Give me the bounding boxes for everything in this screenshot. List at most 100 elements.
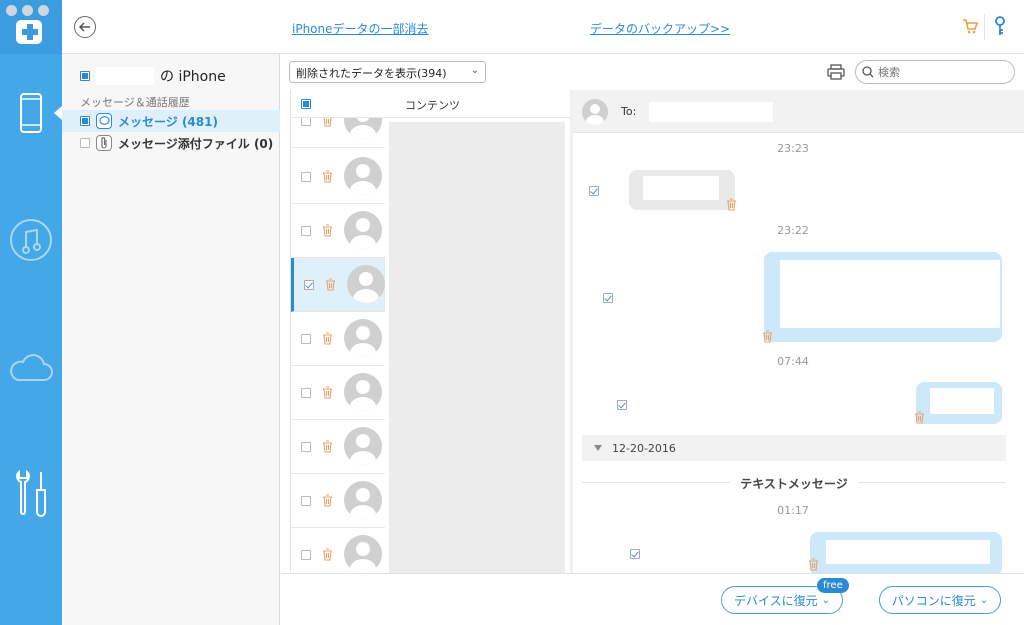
contact-avatar <box>344 157 382 195</box>
key-icon[interactable] <box>994 16 1006 36</box>
cloud-icon <box>10 354 53 381</box>
row-checkbox[interactable] <box>301 226 311 236</box>
close-window-button[interactable] <box>6 5 17 16</box>
trash-icon[interactable] <box>325 278 336 291</box>
list-item[interactable] <box>291 204 385 258</box>
list-item-selected[interactable] <box>291 258 385 312</box>
row-checkbox[interactable] <box>304 280 314 290</box>
free-badge: free <box>817 578 849 593</box>
trash-icon[interactable] <box>322 440 333 453</box>
message-bubble-sent[interactable] <box>916 382 1002 424</box>
message-redacted <box>643 176 719 200</box>
chevron-down-icon: ⌄ <box>470 65 479 76</box>
rail-item-cloud[interactable] <box>0 332 62 402</box>
restore-to-pc-button[interactable]: パソコンに復元 ⌄ <box>879 586 1001 614</box>
list-item[interactable] <box>291 366 385 420</box>
minimize-window-button[interactable] <box>22 5 33 16</box>
rail-item-device[interactable] <box>0 78 62 148</box>
row-checkbox[interactable] <box>301 442 311 452</box>
trash-icon[interactable] <box>322 332 333 345</box>
contact-avatar <box>344 211 382 249</box>
row-checkbox[interactable] <box>301 172 311 182</box>
zoom-window-button[interactable] <box>38 5 49 16</box>
row-checkbox[interactable] <box>301 496 311 506</box>
phone-icon <box>20 93 42 133</box>
chevron-down-icon: ⌄ <box>979 594 989 606</box>
sidebar: の iPhone メッセージ＆通話履歴 メッセージ (481) メッセージ添付フ… <box>62 54 280 625</box>
music-note-icon <box>10 219 52 261</box>
list-item[interactable] <box>291 474 385 528</box>
restore-device-label: デバイスに復元 <box>733 593 818 608</box>
conversation-pane: To: 23:23 23:22 07:44 12-20-2016 テキストメッセ… <box>573 90 1024 573</box>
rail-item-music[interactable] <box>0 205 62 275</box>
row-checkbox[interactable] <box>301 550 311 560</box>
recipient-redacted <box>649 102 773 122</box>
contact-avatar <box>344 319 382 357</box>
message-list: コンテンツ <box>290 90 570 573</box>
arrow-left-icon <box>79 22 90 32</box>
header-bar: iPhoneデータの一部消去 データのバックアップ>> <box>62 0 1024 54</box>
message-time: 23:22 <box>777 224 809 237</box>
app-logo-icon <box>16 20 42 44</box>
row-checkbox[interactable] <box>301 388 311 398</box>
message-bubble-sent[interactable] <box>764 252 1002 342</box>
message-checkbox[interactable] <box>616 400 627 410</box>
chevron-down-icon: ⌄ <box>821 594 831 606</box>
to-label: To: <box>621 105 637 118</box>
trash-icon[interactable] <box>322 494 333 507</box>
message-time: 23:23 <box>777 142 809 155</box>
date-group-header[interactable]: 12-20-2016 <box>582 435 1006 461</box>
trash-icon[interactable] <box>762 330 773 343</box>
message-checkbox[interactable] <box>630 549 641 559</box>
messages-checkbox[interactable] <box>80 116 90 126</box>
paperclip-icon <box>96 135 112 151</box>
message-redacted <box>930 388 994 414</box>
toolbar: 削除されたデータを表示(394) ⌄ <box>281 54 1024 90</box>
rail-item-tools[interactable] <box>0 458 62 528</box>
list-item[interactable] <box>291 150 385 204</box>
caret-down-icon <box>594 445 602 451</box>
trash-icon[interactable] <box>322 224 333 237</box>
device-row[interactable]: の iPhone <box>80 66 226 86</box>
message-bubble-sent[interactable] <box>810 532 1002 573</box>
row-checkbox[interactable] <box>301 334 311 344</box>
trash-icon[interactable] <box>808 558 819 571</box>
search-box[interactable] <box>855 60 1015 84</box>
back-button[interactable] <box>74 16 96 38</box>
select-all-checkbox[interactable] <box>301 99 311 109</box>
sidebar-item-attachments[interactable]: メッセージ添付ファイル (0) <box>62 132 280 154</box>
device-checkbox[interactable] <box>80 71 90 81</box>
sidebar-item-label: メッセージ添付ファイル (0) <box>118 136 274 151</box>
printer-icon[interactable] <box>827 64 845 80</box>
device-label: の iPhone <box>160 69 226 85</box>
search-input[interactable] <box>878 65 998 79</box>
attachments-checkbox[interactable] <box>80 138 90 148</box>
section-title-text: テキストメッセージ <box>730 477 858 491</box>
partial-erase-link[interactable]: iPhoneデータの一部消去 <box>292 20 429 37</box>
cart-icon[interactable] <box>962 18 978 34</box>
message-checkbox[interactable] <box>602 293 613 303</box>
section-label: メッセージ＆通話履歴 <box>80 96 190 109</box>
list-header: コンテンツ <box>291 90 570 118</box>
message-checkbox[interactable] <box>589 186 599 196</box>
message-redacted <box>780 260 1000 328</box>
trash-icon[interactable] <box>726 198 737 211</box>
list-header-label: コンテンツ <box>405 99 460 112</box>
trash-icon[interactable] <box>322 386 333 399</box>
list-item[interactable] <box>291 528 385 573</box>
sidebar-item-messages[interactable]: メッセージ (481) <box>62 110 280 132</box>
list-item[interactable] <box>291 420 385 474</box>
message-bubble-received[interactable] <box>629 170 735 210</box>
filter-value: 削除されたデータを表示(394) <box>296 67 447 80</box>
preview-placeholder <box>389 122 565 573</box>
trash-icon[interactable] <box>322 170 333 183</box>
list-item[interactable] <box>291 312 385 366</box>
trash-icon[interactable] <box>914 411 925 424</box>
footer-bar: デバイスに復元 ⌄ free パソコンに復元 ⌄ <box>281 573 1024 625</box>
trash-icon[interactable] <box>322 548 333 561</box>
left-rail <box>0 0 62 625</box>
filter-dropdown[interactable]: 削除されたデータを表示(394) ⌄ <box>289 61 486 83</box>
backup-link[interactable]: データのバックアップ>> <box>590 20 730 37</box>
contact-avatar <box>344 481 382 519</box>
tools-icon <box>16 469 46 517</box>
